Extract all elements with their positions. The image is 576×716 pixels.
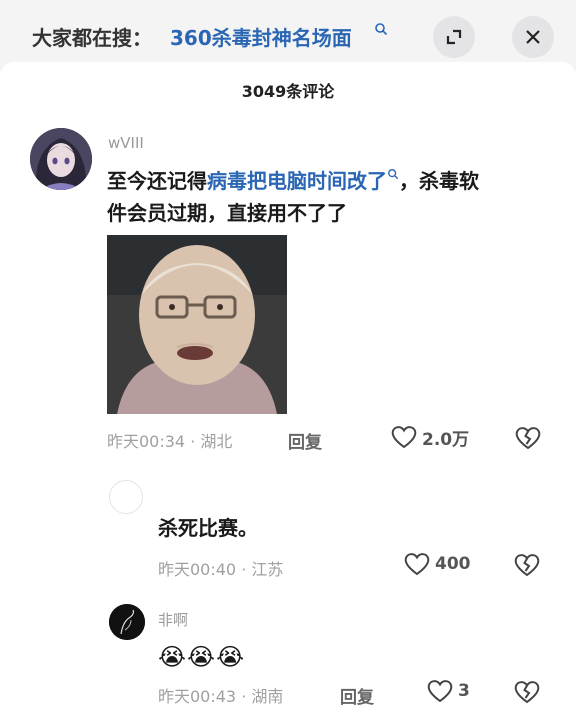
avatar-sketch <box>109 604 145 640</box>
comment-username[interactable]: 非啊 <box>158 609 188 630</box>
broken-heart-icon[interactable] <box>513 679 541 705</box>
comment-time-location: 昨天00:43 · 湖南 <box>158 687 284 706</box>
avatar[interactable] <box>109 604 145 640</box>
avatar-anime-girl <box>30 128 92 190</box>
search-term-link[interactable]: 360杀毒封神名场面 <box>170 22 352 51</box>
comment-photo-face <box>107 235 287 414</box>
comment-text: 至今还记得病毒把电脑时间改了 ，杀毒软 <box>107 164 479 198</box>
like-button[interactable]: 2.0万 <box>390 424 469 450</box>
like-count: 3 <box>458 681 470 701</box>
like-button[interactable]: 3 <box>426 678 470 704</box>
avatar[interactable] <box>30 128 92 190</box>
comment-text-line2: 件会员过期，直接用不了了 <box>107 201 347 225</box>
reply-button[interactable]: 回复 <box>288 428 322 453</box>
comment-count-title: 3049条评论 <box>241 82 335 101</box>
expand-button[interactable] <box>433 16 475 58</box>
comment-time-location: 昨天00:40 · 江苏 <box>158 560 284 579</box>
heart-icon <box>427 680 453 703</box>
heart-icon <box>391 426 417 449</box>
comment-text-emoji: 😭😭😭 <box>158 643 246 671</box>
comment-search-link[interactable]: 病毒把电脑时间改了 <box>207 169 387 193</box>
avatar[interactable] <box>109 480 143 514</box>
comment-image[interactable] <box>107 235 287 414</box>
like-button[interactable]: 400 <box>403 551 471 577</box>
search-prefix: 大家都在搜： <box>32 26 152 50</box>
broken-heart-icon[interactable] <box>514 425 542 451</box>
comment-username[interactable]: wVIII <box>108 134 144 152</box>
comment-text-part: ，杀毒软 <box>399 169 479 193</box>
reply-button[interactable]: 回复 <box>340 683 374 708</box>
close-button[interactable] <box>512 16 554 58</box>
like-count: 2.0万 <box>422 429 470 450</box>
broken-heart-icon[interactable] <box>513 552 541 578</box>
comment-text-part: 至今还记得 <box>107 169 207 193</box>
comment-time-location: 昨天00:34 · 湖北 <box>107 432 233 451</box>
search-icon <box>388 169 399 180</box>
search-icon <box>375 23 388 36</box>
comment-text: 杀死比赛。 <box>158 516 258 540</box>
like-count: 400 <box>435 554 471 574</box>
expand-icon <box>446 29 462 45</box>
close-icon <box>526 30 540 44</box>
heart-icon <box>404 553 430 576</box>
